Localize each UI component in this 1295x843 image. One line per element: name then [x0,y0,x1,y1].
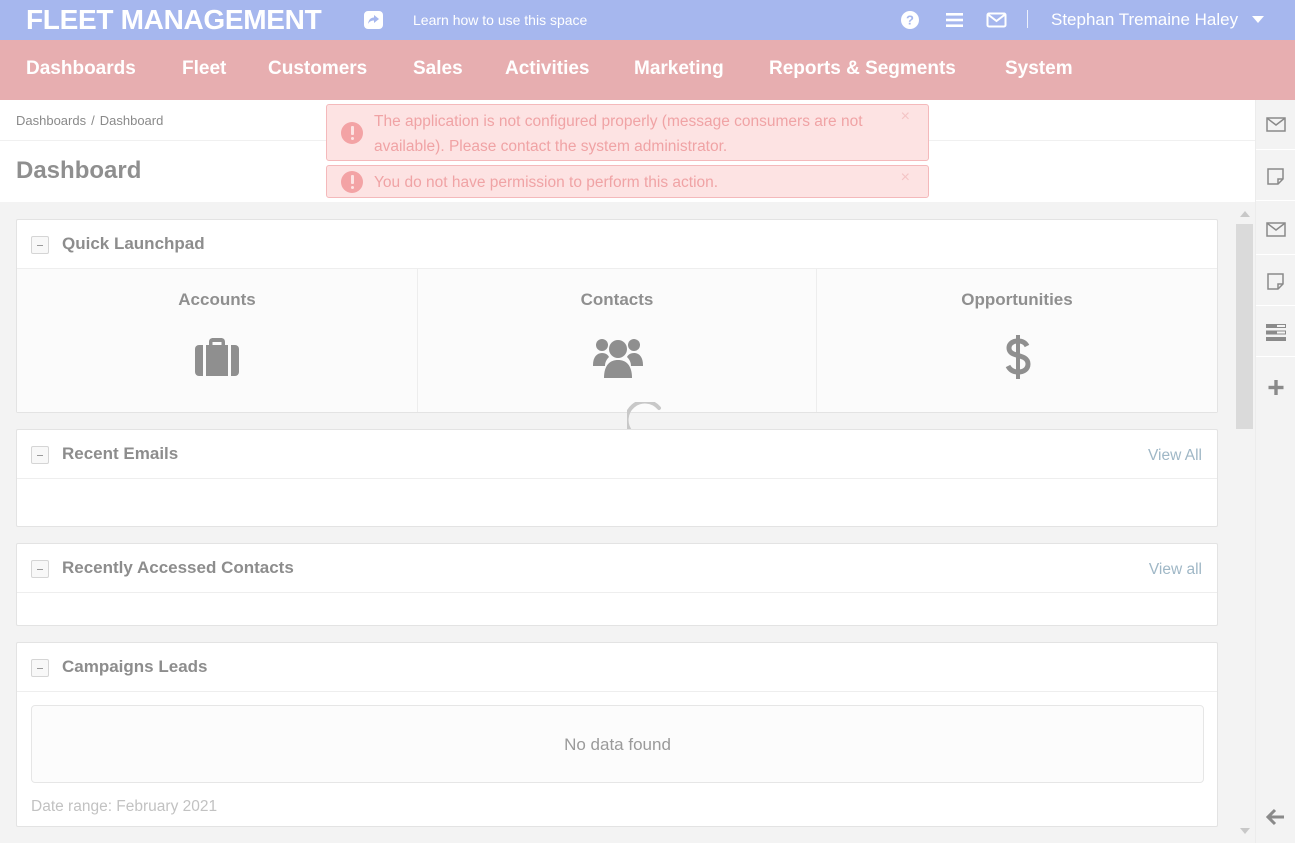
view-all-link[interactable]: View all [1149,561,1202,579]
widget-title: Recent Emails [62,444,179,463]
breadcrumb-dashboard: Dashboard [99,113,164,128]
exclamation-icon [341,122,363,144]
widget-title: Recently Accessed Contacts [62,558,294,577]
widget-header: Quick Launchpad [17,220,1217,269]
nav-activities[interactable]: Activities [505,58,589,80]
alert-permission-error: You do not have permission to perform th… [326,165,929,198]
sidebar-email-button[interactable] [1256,100,1295,150]
plus-icon [1268,380,1284,395]
close-icon[interactable]: × [901,108,910,126]
collapse-button[interactable] [31,659,49,677]
nav-system[interactable]: System [1005,58,1073,80]
caret-down-icon[interactable] [1252,16,1264,23]
note-icon [1267,168,1284,185]
nav-dashboards[interactable]: Dashboards [26,58,136,80]
breadcrumb-dashboards[interactable]: Dashboards [16,113,86,128]
date-range-text: Date range: February 2021 [31,798,218,815]
sidebar-note-button-2[interactable] [1256,256,1295,306]
top-bar: FLEET MANAGEMENT Learn how to use this s… [0,0,1295,40]
dollar-icon [1005,334,1031,385]
help-icon[interactable]: ? [900,10,920,30]
breadcrumb-separator: / [91,113,95,128]
breadcrumb: Dashboards / Dashboard [16,113,163,128]
sidebar-add-button[interactable] [1256,362,1295,412]
nav-reports-segments[interactable]: Reports & Segments [769,58,956,80]
app-title[interactable]: FLEET MANAGEMENT [26,4,322,36]
nav-customers[interactable]: Customers [268,58,367,80]
no-data-panel: No data found [31,705,1204,783]
sidebar-note-button[interactable] [1256,151,1295,201]
widget-header: Campaigns Leads [17,643,1217,692]
widget-recent-emails: Recent Emails View All [16,429,1218,527]
widget-header: Recently Accessed Contacts View all [17,544,1217,593]
alert-text: You do not have permission to perform th… [374,174,719,191]
no-data-text: No data found [564,735,671,754]
launchpad-label: Accounts [178,290,256,309]
widget-recent-contacts: Recently Accessed Contacts View all [16,543,1218,626]
nav-marketing[interactable]: Marketing [634,58,724,80]
alert-text: The application is not configured proper… [374,113,863,155]
close-icon[interactable]: × [901,169,910,187]
scroll-down-arrow[interactable] [1240,828,1250,834]
app-root: FLEET MANAGEMENT Learn how to use this s… [0,0,1295,843]
menu-icon[interactable] [945,10,965,30]
sidebar-email-button-2[interactable] [1256,205,1295,255]
launchpad-label: Opportunities [961,290,1073,309]
widget-campaigns-leads: Campaigns Leads No data found Date range… [16,642,1218,827]
svg-text:?: ? [906,13,914,28]
view-all-link[interactable]: View All [1148,447,1202,465]
launchpad-opportunities[interactable]: Opportunities [817,269,1217,412]
collapse-button[interactable] [31,446,49,464]
right-sidebar [1255,100,1295,843]
alert-config-error: The application is not configured proper… [326,104,929,161]
launchpad-accounts[interactable]: Accounts [17,269,417,412]
share-icon[interactable] [364,11,383,29]
nav-sales[interactable]: Sales [413,58,463,80]
envelope-icon [1266,117,1286,132]
widget-header: Recent Emails View All [17,430,1217,479]
arrow-left-icon[interactable] [1265,807,1286,832]
launchpad-contacts[interactable]: Contacts [417,269,817,412]
learn-link[interactable]: Learn how to use this space [413,12,587,28]
top-divider [1027,10,1028,28]
launchpad-label: Contacts [580,290,654,309]
briefcase-icon [194,337,240,382]
exclamation-icon [341,171,363,193]
page-title: Dashboard [16,157,142,184]
user-menu[interactable]: Stephan Tremaine Haley [1051,10,1238,30]
collapse-button[interactable] [31,236,49,254]
scroll-up-arrow[interactable] [1240,211,1250,217]
users-icon [593,335,643,384]
envelope-icon [1266,222,1286,237]
sidebar-tasks-button[interactable] [1256,307,1295,357]
widget-quick-launchpad: Quick Launchpad Accounts Contacts Opport… [16,219,1218,413]
main-nav: Dashboards Fleet Customers Sales Activit… [0,40,1295,100]
collapse-button[interactable] [31,560,49,578]
nav-fleet[interactable]: Fleet [182,58,226,80]
scrollbar-thumb[interactable] [1236,224,1253,429]
tasks-icon [1266,324,1286,341]
widget-title: Quick Launchpad [62,234,205,253]
widget-title: Campaigns Leads [62,657,208,676]
envelope-icon[interactable] [986,10,1007,30]
note-icon [1267,273,1284,290]
